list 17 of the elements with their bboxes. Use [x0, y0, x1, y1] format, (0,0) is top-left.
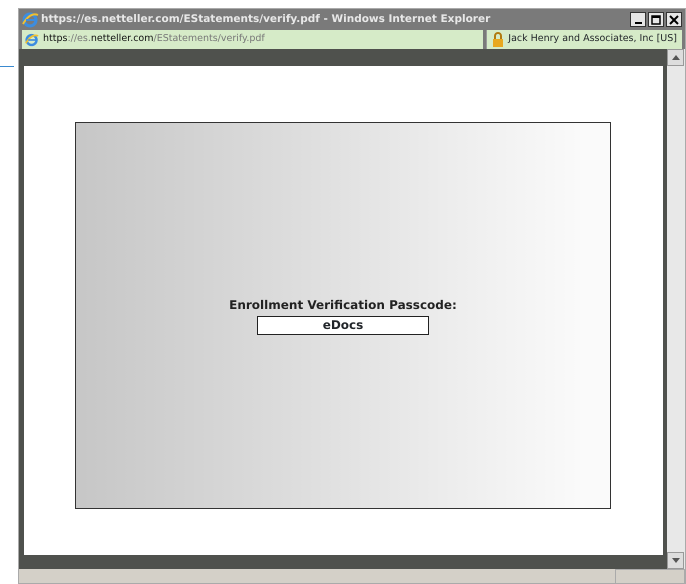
url-text: https://es.netteller.com/EStatements/verify.pdf [43, 32, 265, 46]
scroll-up-icon[interactable] [667, 49, 684, 66]
lock-icon [492, 32, 504, 47]
minimize-button[interactable] [630, 12, 646, 27]
maximize-icon [651, 14, 661, 24]
security-report-button[interactable]: Jack Henry and Associates, Inc [US] [486, 30, 682, 49]
browser-logo-icon [22, 12, 39, 28]
close-button[interactable] [666, 12, 682, 27]
scroll-down-icon[interactable] [667, 552, 684, 569]
passcode-box: eDocs [257, 316, 429, 335]
address-bar[interactable]: https://es.netteller.com/EStatements/verify.pdf [22, 30, 484, 49]
minimize-icon [634, 22, 642, 24]
maximize-button[interactable] [648, 12, 664, 27]
passcode-label: Enrollment Verification Passcode: [229, 297, 457, 314]
page-icon [25, 32, 39, 46]
window-title: https://es.netteller.com/EStatements/verify.pdf - Windows Internet Explorer [41, 12, 492, 27]
close-icon [669, 14, 679, 24]
